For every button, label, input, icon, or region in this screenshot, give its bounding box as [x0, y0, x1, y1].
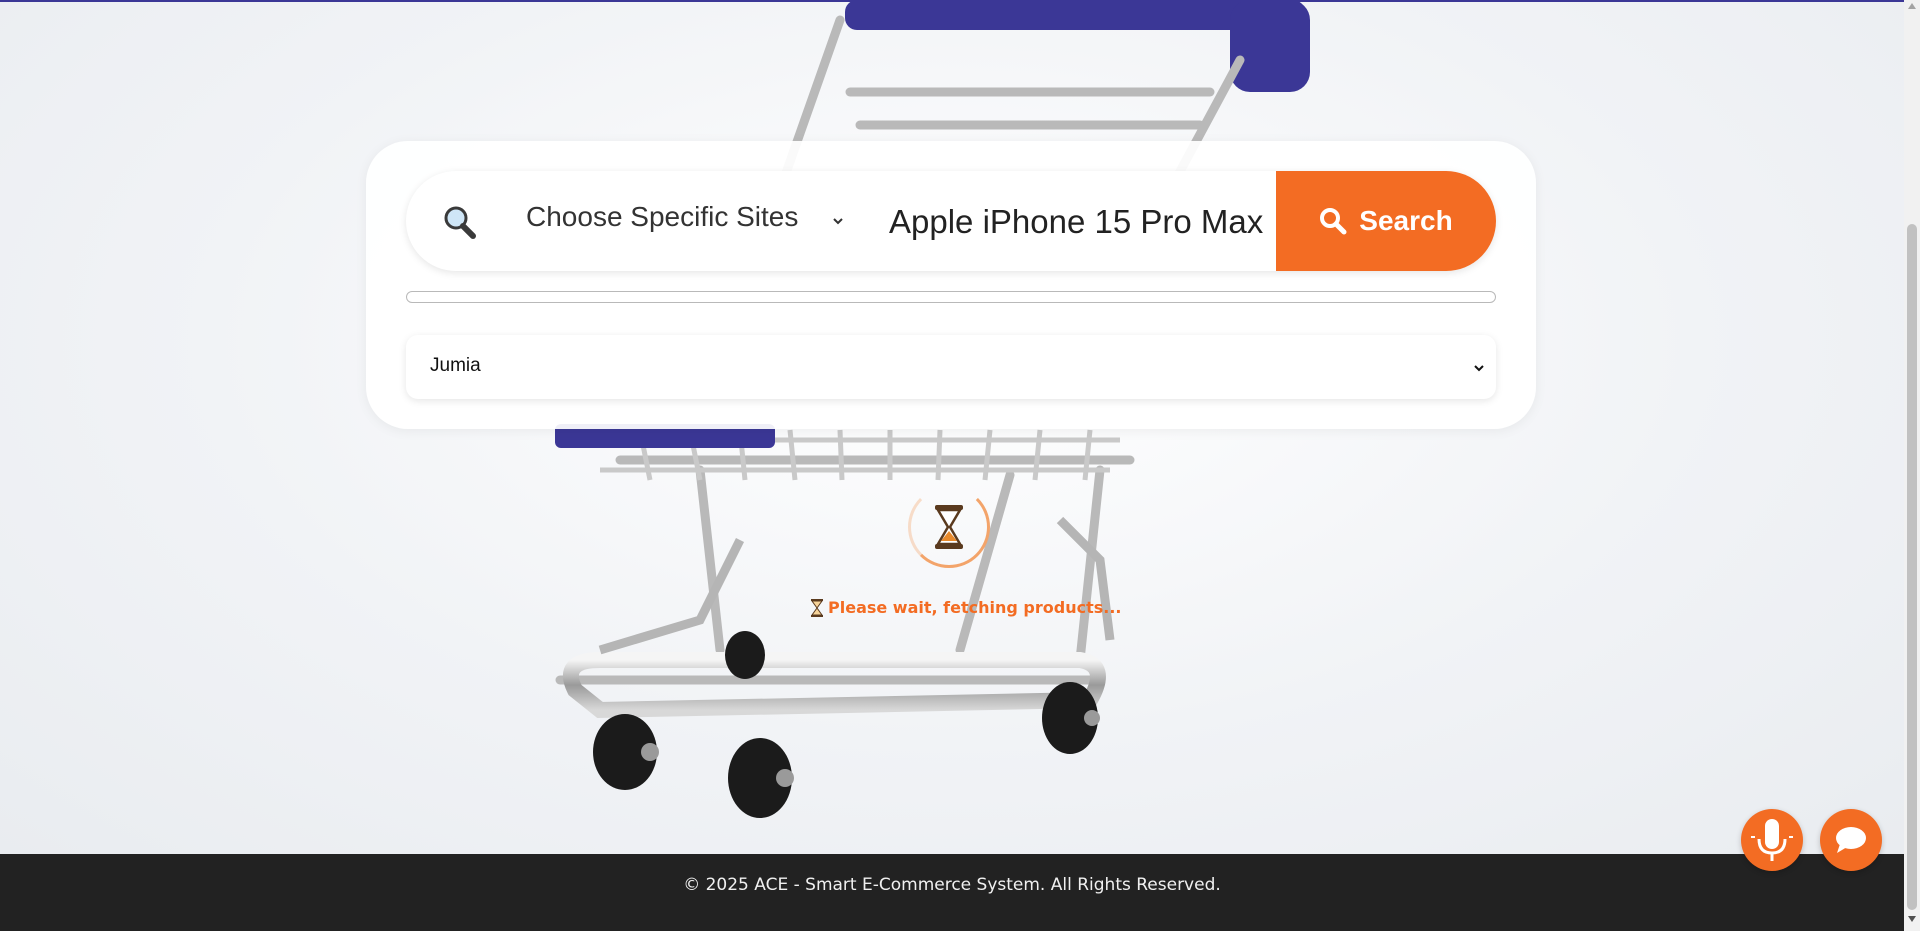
site-chooser-label: Choose Specific Sites	[526, 201, 799, 232]
top-accent-line	[0, 0, 1904, 2]
footer: © 2025 ACE - Smart E-Commerce System. Al…	[0, 854, 1904, 931]
hourglass-icon	[935, 505, 963, 549]
microphone-icon	[1751, 819, 1793, 861]
search-button[interactable]: Search	[1276, 171, 1496, 271]
search-bar: Choose Specific Sites Search	[406, 171, 1496, 271]
site-select[interactable]: Jumia	[406, 335, 1496, 399]
chevron-down-icon	[833, 218, 843, 225]
search-icon	[1320, 208, 1347, 235]
scroll-down-arrow-icon[interactable]	[1908, 916, 1916, 922]
voice-search-button[interactable]	[1741, 809, 1803, 871]
scroll-up-arrow-icon[interactable]	[1908, 3, 1916, 9]
scrollbar-thumb[interactable]	[1907, 224, 1917, 910]
hourglass-icon	[811, 598, 823, 617]
search-card: Choose Specific Sites Search Jumia	[366, 141, 1536, 429]
vertical-scrollbar[interactable]	[1904, 0, 1920, 931]
search-button-label: Search	[1359, 205, 1453, 236]
site-chooser-dropdown[interactable]: Choose Specific Sites	[406, 171, 843, 271]
progress-bar	[406, 291, 1496, 303]
loading-message: Please wait, fetching products...	[810, 598, 1121, 617]
site-select-value: Jumia	[430, 355, 481, 376]
chevron-down-icon	[1474, 365, 1484, 372]
magnifying-glass-icon	[444, 206, 476, 239]
footer-copyright: © 2025 ACE - Smart E-Commerce System. Al…	[683, 874, 1221, 895]
chat-bubble-icon	[1836, 827, 1866, 853]
loading-message-text: Please wait, fetching products...	[828, 598, 1122, 617]
chat-button[interactable]	[1820, 809, 1882, 871]
